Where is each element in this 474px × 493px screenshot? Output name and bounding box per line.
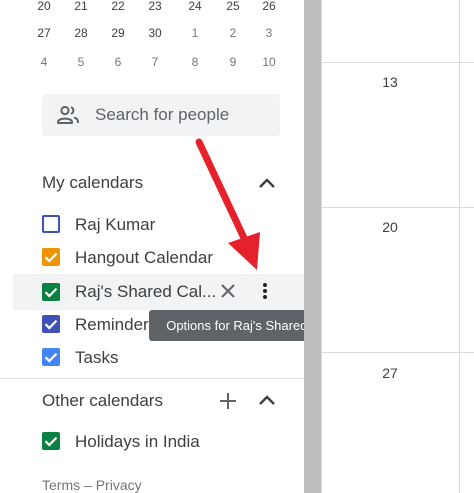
mini-calendar-day[interactable]: 7 [142, 52, 168, 72]
mini-calendar-day[interactable]: 10 [256, 52, 282, 72]
section-divider [0, 378, 304, 379]
mini-calendar-day[interactable]: 28 [68, 23, 94, 43]
calendar-item-label: Raj Kumar [75, 215, 156, 234]
calendar-checkbox[interactable] [42, 315, 60, 333]
day-cell-date[interactable]: 13 [370, 74, 410, 90]
mini-calendar-day[interactable]: 30 [142, 23, 168, 43]
grid-line [321, 62, 474, 63]
mini-calendar-day[interactable]: 4 [31, 52, 57, 72]
mini-calendar-day[interactable]: 24 [182, 0, 208, 16]
mini-calendar-day[interactable]: 2 [220, 23, 246, 43]
calendar-checkbox[interactable] [42, 283, 60, 301]
grid-line [459, 0, 460, 493]
mini-calendar-day[interactable]: 21 [68, 0, 94, 16]
other-calendars-title[interactable]: Other calendars [42, 389, 163, 413]
month-grid: 13 20 27 [321, 0, 474, 493]
sidebar: 20 21 22 23 24 25 26 27 28 29 30 1 2 3 4… [0, 0, 381, 493]
add-calendar-icon[interactable] [217, 390, 239, 412]
mini-calendar-day[interactable]: 26 [256, 0, 282, 16]
mini-calendar-day[interactable]: 8 [182, 52, 208, 72]
calendar-item-label: Raj's Shared Cal... [75, 282, 217, 301]
mini-calendar-day[interactable]: 20 [31, 0, 57, 16]
mini-calendar-day[interactable]: 29 [105, 23, 131, 43]
terms-link[interactable]: Terms [42, 477, 80, 493]
search-placeholder: Search for people [95, 105, 230, 124]
search-people-input[interactable]: Search for people [42, 94, 280, 136]
calendar-item-label: Hangout Calendar [75, 248, 213, 267]
mini-calendar-day[interactable]: 1 [182, 23, 208, 43]
calendar-item-label: Tasks [75, 348, 119, 367]
mini-calendar-week: 20 21 22 23 24 25 26 [31, 0, 287, 16]
calendar-item-tasks[interactable]: Tasks [0, 341, 304, 375]
mini-calendar-day[interactable]: 6 [105, 52, 131, 72]
mini-calendar-day[interactable]: 23 [142, 0, 168, 16]
more-vertical-icon[interactable] [254, 279, 276, 303]
people-icon [56, 104, 80, 126]
calendar-checkbox[interactable] [42, 215, 60, 233]
mini-calendar-day[interactable]: 22 [105, 0, 131, 16]
calendar-checkbox[interactable] [42, 348, 60, 366]
footer-separator: – [84, 477, 92, 493]
mini-calendar-day[interactable]: 3 [256, 23, 282, 43]
grid-line [321, 207, 474, 208]
mini-calendar-week: 27 28 29 30 1 2 3 [31, 23, 287, 43]
mini-calendar-day[interactable]: 5 [68, 52, 94, 72]
mini-calendar-day[interactable]: 27 [31, 23, 57, 43]
grid-line [321, 0, 322, 493]
close-icon[interactable] [217, 280, 239, 302]
calendar-item-label: Reminders [75, 315, 158, 334]
my-calendars-title[interactable]: My calendars [42, 171, 143, 195]
calendar-checkbox[interactable] [42, 248, 60, 266]
mini-calendar-day[interactable]: 9 [220, 52, 246, 72]
day-cell-date[interactable]: 27 [370, 365, 410, 381]
calendar-item-hangout[interactable]: Hangout Calendar [0, 241, 304, 275]
mini-calendar-day[interactable]: 25 [220, 0, 246, 16]
calendar-item-holidays-india[interactable]: Holidays in India [0, 425, 304, 459]
calendar-window: 20 21 22 23 24 25 26 27 28 29 30 1 2 3 4… [0, 0, 474, 493]
calendar-checkbox[interactable] [42, 432, 60, 450]
day-cell-date[interactable]: 20 [370, 219, 410, 235]
privacy-link[interactable]: Privacy [96, 477, 142, 493]
footer-links: Terms – Privacy [42, 475, 142, 493]
calendar-item-label: Holidays in India [75, 432, 200, 451]
calendar-item-shared[interactable]: Raj's Shared Cal... [13, 274, 304, 310]
sidebar-scrollbar[interactable] [304, 0, 321, 493]
calendar-item-raj-kumar[interactable]: Raj Kumar [0, 208, 304, 242]
mini-calendar-week: 4 5 6 7 8 9 10 [31, 52, 287, 72]
chevron-up-icon[interactable] [255, 172, 279, 196]
chevron-up-icon[interactable] [255, 389, 279, 413]
grid-line [321, 352, 474, 353]
